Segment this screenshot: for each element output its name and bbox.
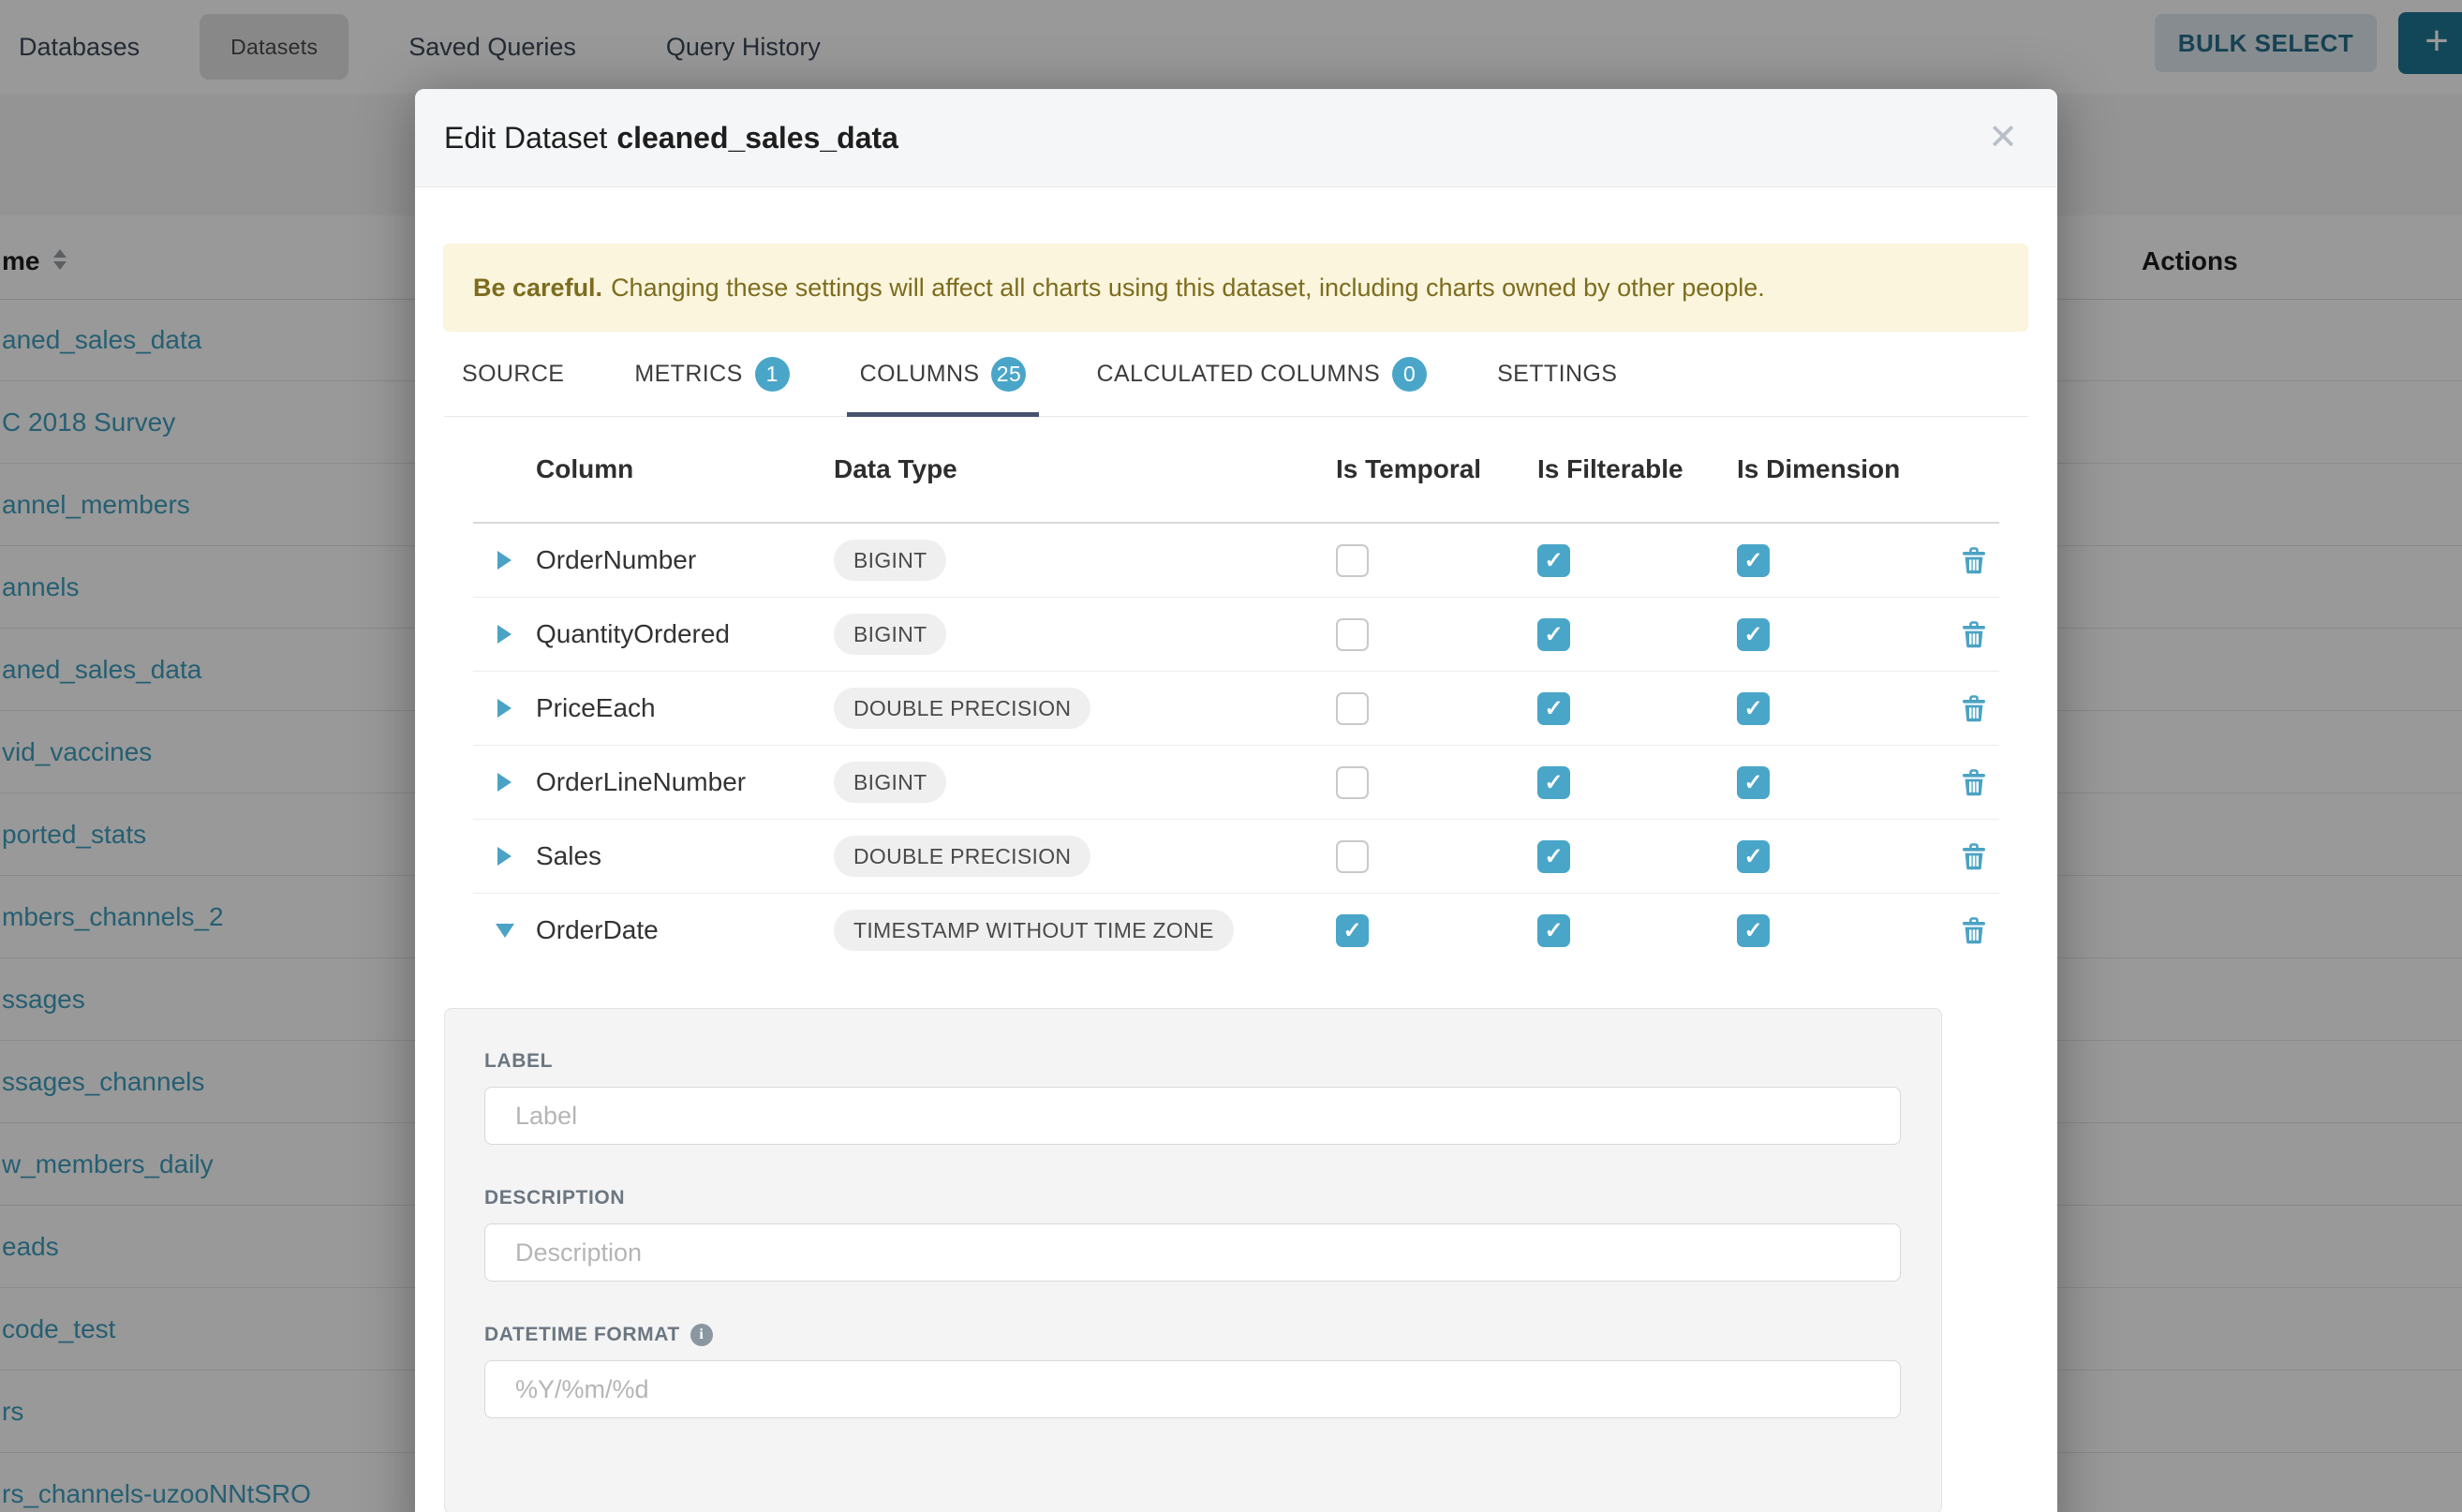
tab-metrics[interactable]: METRICS 1: [621, 332, 802, 416]
tab-label: METRICS: [634, 361, 742, 388]
is-temporal-checkbox[interactable]: [1336, 618, 1369, 651]
modal-header: Edit Dataset cleaned_sales_data ✕: [415, 89, 2057, 187]
warning-banner: Be careful. Changing these settings will…: [443, 244, 2028, 332]
tab-label: COLUMNS: [860, 361, 980, 388]
is-temporal-checkbox[interactable]: [1336, 692, 1369, 725]
is-filterable-checkbox[interactable]: ✓: [1537, 766, 1570, 799]
delete-icon[interactable]: [1962, 843, 1986, 870]
data-type-pill: DOUBLE PRECISION: [834, 688, 1090, 729]
column-name: OrderLineNumber: [536, 767, 834, 797]
delete-icon[interactable]: [1962, 695, 1986, 722]
column-row: PriceEachDOUBLE PRECISION ✓ ✓: [473, 672, 1999, 746]
label-input[interactable]: [484, 1087, 1901, 1145]
description-field: DESCRIPTION: [484, 1187, 1901, 1282]
edit-dataset-modal: Edit Dataset cleaned_sales_data ✕ Be care…: [415, 89, 2057, 1512]
close-icon[interactable]: ✕: [1988, 120, 2018, 156]
is-filterable-checkbox[interactable]: ✓: [1537, 840, 1570, 873]
delete-icon[interactable]: [1962, 621, 1986, 648]
tab-source[interactable]: SOURCE: [449, 332, 577, 416]
data-type-pill: BIGINT: [834, 614, 946, 655]
column-name: Sales: [536, 841, 834, 871]
description-field-label: DESCRIPTION: [484, 1187, 1901, 1209]
header-data-type: Data Type: [834, 454, 1336, 484]
label-field: LABEL: [484, 1050, 1901, 1145]
column-row: OrderDateTIMESTAMP WITHOUT TIME ZONE ✓ ✓ ✓: [473, 894, 1999, 967]
is-filterable-checkbox[interactable]: ✓: [1537, 618, 1570, 651]
is-dimension-checkbox[interactable]: ✓: [1737, 692, 1770, 725]
warning-banner-bold: Be careful.: [473, 274, 602, 303]
modal-title-dataset-name: cleaned_sales_data: [616, 121, 898, 155]
column-name: QuantityOrdered: [536, 619, 834, 649]
modal-tabs: SOURCE METRICS 1 COLUMNS 25 CALCULATED COLUMN…: [444, 332, 2028, 417]
is-dimension-checkbox[interactable]: ✓: [1737, 618, 1770, 651]
expand-caret-icon[interactable]: [497, 773, 512, 792]
is-dimension-checkbox[interactable]: ✓: [1737, 840, 1770, 873]
column-name: OrderDate: [536, 915, 834, 945]
data-type-pill: BIGINT: [834, 762, 946, 803]
tab-label: CALCULATED COLUMNS: [1096, 361, 1380, 388]
header-is-temporal: Is Temporal: [1336, 454, 1537, 484]
tab-calculated-columns[interactable]: CALCULATED COLUMNS 0: [1083, 332, 1440, 416]
column-detail-panel: LABEL DESCRIPTION DATETIME FORMAT i: [444, 1008, 1942, 1512]
is-temporal-checkbox[interactable]: [1336, 544, 1369, 577]
modal-title-prefix: Edit Dataset: [444, 121, 607, 155]
column-row: OrderNumberBIGINT ✓ ✓: [473, 524, 1999, 598]
is-filterable-checkbox[interactable]: ✓: [1537, 544, 1570, 577]
is-dimension-checkbox[interactable]: ✓: [1737, 544, 1770, 577]
delete-icon[interactable]: [1962, 917, 1986, 944]
expand-caret-icon[interactable]: [497, 699, 512, 718]
delete-icon[interactable]: [1962, 769, 1986, 796]
is-filterable-checkbox[interactable]: ✓: [1537, 914, 1570, 947]
is-dimension-checkbox[interactable]: ✓: [1737, 766, 1770, 799]
tab-count-badge: 1: [755, 357, 790, 392]
is-temporal-checkbox[interactable]: [1336, 766, 1369, 799]
column-row: SalesDOUBLE PRECISION ✓ ✓: [473, 820, 1999, 894]
datetime-format-field: DATETIME FORMAT i: [484, 1324, 1901, 1418]
datetime-format-input[interactable]: [484, 1360, 1901, 1418]
tab-label: SETTINGS: [1497, 361, 1617, 388]
tab-label: SOURCE: [462, 361, 564, 388]
column-row: OrderLineNumberBIGINT ✓ ✓: [473, 746, 1999, 820]
tab-columns[interactable]: COLUMNS 25: [847, 332, 1040, 416]
modal-title: Edit Dataset cleaned_sales_data: [444, 121, 898, 156]
data-type-pill: DOUBLE PRECISION: [834, 836, 1090, 877]
datasets-page: DatabasesDatasetsSaved QueriesQuery Hist…: [0, 0, 2462, 1512]
label-field-label: LABEL: [484, 1050, 1901, 1073]
is-temporal-checkbox[interactable]: ✓: [1336, 914, 1369, 947]
collapse-caret-icon[interactable]: [496, 924, 514, 938]
column-row: QuantityOrderedBIGINT ✓ ✓: [473, 598, 1999, 672]
tab-settings[interactable]: SETTINGS: [1484, 332, 1630, 416]
header-is-dimension: Is Dimension: [1737, 454, 1948, 484]
is-dimension-checkbox[interactable]: ✓: [1737, 914, 1770, 947]
data-type-pill: TIMESTAMP WITHOUT TIME ZONE: [834, 910, 1234, 951]
expand-caret-icon[interactable]: [497, 551, 512, 570]
header-column: Column: [536, 454, 834, 484]
column-name: OrderNumber: [536, 545, 834, 575]
columns-table: Column Data Type Is Temporal Is Filterab…: [473, 417, 1999, 967]
description-input[interactable]: [484, 1223, 1901, 1282]
warning-banner-text: Changing these settings will affect all …: [611, 274, 1765, 303]
columns-table-header: Column Data Type Is Temporal Is Filterab…: [473, 417, 1999, 524]
delete-icon[interactable]: [1962, 547, 1986, 574]
tab-count-badge: 25: [991, 357, 1026, 392]
is-temporal-checkbox[interactable]: [1336, 840, 1369, 873]
data-type-pill: BIGINT: [834, 540, 946, 581]
expand-caret-icon[interactable]: [497, 625, 512, 644]
tab-count-badge: 0: [1392, 357, 1427, 392]
header-is-filterable: Is Filterable: [1537, 454, 1737, 484]
datetime-format-field-label: DATETIME FORMAT i: [484, 1324, 1901, 1346]
info-icon[interactable]: i: [690, 1324, 713, 1346]
is-filterable-checkbox[interactable]: ✓: [1537, 692, 1570, 725]
expand-caret-icon[interactable]: [497, 847, 512, 866]
column-name: PriceEach: [536, 693, 834, 723]
